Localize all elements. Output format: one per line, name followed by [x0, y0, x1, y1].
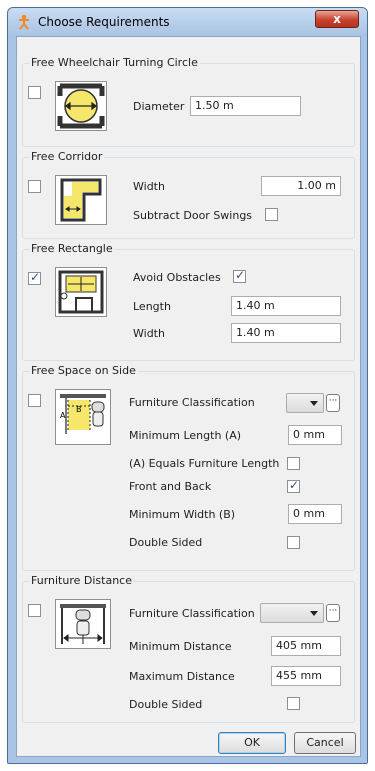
ellipsis-icon: ··· [328, 606, 338, 616]
min-width-input[interactable]: 0 mm [288, 504, 342, 524]
min-distance-label: Minimum Distance [129, 640, 232, 653]
side-double-label: Double Sided [129, 536, 203, 549]
min-distance-input[interactable]: 405 mm [271, 636, 341, 656]
accessibility-app-icon [19, 14, 29, 30]
diameter-label: Diameter [133, 100, 185, 113]
max-distance-input[interactable]: 455 mm [271, 666, 341, 686]
avoid-obstacles-checkbox[interactable] [233, 268, 246, 283]
min-length-input[interactable]: 0 mm [288, 425, 342, 445]
corridor-checkbox[interactable] [28, 180, 41, 193]
side-space-checkbox[interactable] [28, 394, 41, 407]
group-title: Free Wheelchair Turning Circle [29, 56, 200, 69]
side-classification-label: Furniture Classification [129, 396, 255, 409]
diameter-input[interactable]: 1.50 m [190, 96, 301, 116]
equals-length-checkbox[interactable] [287, 457, 300, 470]
distance-checkbox[interactable] [28, 604, 41, 617]
close-button[interactable]: x [315, 10, 359, 28]
rectangle-icon [55, 267, 107, 317]
side-double-checkbox[interactable] [287, 536, 300, 549]
group-title: Free Space on Side [29, 364, 138, 377]
side-classification-dropdown[interactable] [286, 393, 324, 413]
dropdown-arrow-icon [310, 611, 318, 616]
side-space-icon-label-a: A [60, 411, 66, 420]
corridor-width-label: Width [133, 180, 165, 193]
side-space-group: Free Space on Side A B Furniture Classif… [22, 364, 355, 571]
corridor-icon [55, 175, 107, 225]
front-back-checkbox[interactable] [287, 478, 300, 493]
distance-double-checkbox[interactable] [287, 697, 300, 710]
rectangle-length-input[interactable]: 1.40 m [231, 296, 341, 316]
distance-group: Furniture Distance Furniture Classificat… [22, 574, 355, 723]
side-space-icon: A B [55, 389, 111, 445]
group-title: Furniture Distance [29, 574, 134, 587]
distance-double-label: Double Sided [129, 698, 203, 711]
front-back-label: Front and Back [129, 480, 212, 493]
side-classification-more-button[interactable]: ··· [326, 394, 340, 412]
rectangle-width-label: Width [133, 327, 165, 340]
dialog-body: Free Wheelchair Turning Circle Diameter … [16, 36, 361, 757]
ellipsis-icon: ··· [328, 396, 338, 406]
rectangle-length-label: Length [133, 300, 171, 313]
distance-classification-label: Furniture Classification [129, 607, 255, 620]
group-title: Free Rectangle [29, 242, 115, 255]
cancel-button[interactable]: Cancel [294, 732, 356, 754]
dialog-window: Choose Requirements x Free Wheelchair Tu… [7, 7, 368, 764]
turning-circle-icon [55, 81, 107, 131]
rectangle-width-input[interactable]: 1.40 m [231, 323, 341, 343]
max-distance-label: Maximum Distance [129, 670, 235, 683]
turning-circle-group: Free Wheelchair Turning Circle Diameter … [22, 56, 355, 147]
subtract-door-swings-label: Subtract Door Swings [133, 209, 253, 222]
equals-length-label: (A) Equals Furniture Length [129, 457, 280, 470]
ok-button[interactable]: OK [218, 732, 286, 754]
corridor-width-input[interactable]: 1.00 m [261, 176, 341, 196]
turning-circle-checkbox[interactable] [28, 86, 41, 99]
rectangle-group: Free Rectangle Avoid Obstacles Length 1.… [22, 242, 355, 361]
furniture-distance-icon [55, 599, 111, 649]
close-icon: x [333, 12, 341, 26]
min-length-label: Minimum Length (A) [129, 429, 242, 442]
distance-classification-dropdown[interactable] [260, 603, 324, 623]
window-title: Choose Requirements [38, 15, 170, 29]
corridor-group: Free Corridor Width 1.00 m Subtract Door… [22, 150, 355, 239]
side-space-icon-label-b: B [76, 405, 82, 414]
min-width-label: Minimum Width (B) [129, 508, 236, 521]
subtract-door-swings-checkbox[interactable] [265, 208, 278, 221]
distance-classification-more-button[interactable]: ··· [326, 604, 340, 622]
dropdown-arrow-icon [310, 401, 318, 406]
group-title: Free Corridor [29, 150, 105, 163]
avoid-obstacles-label: Avoid Obstacles [133, 271, 221, 284]
title-bar[interactable]: Choose Requirements x [8, 8, 367, 36]
rectangle-checkbox[interactable] [28, 270, 41, 285]
